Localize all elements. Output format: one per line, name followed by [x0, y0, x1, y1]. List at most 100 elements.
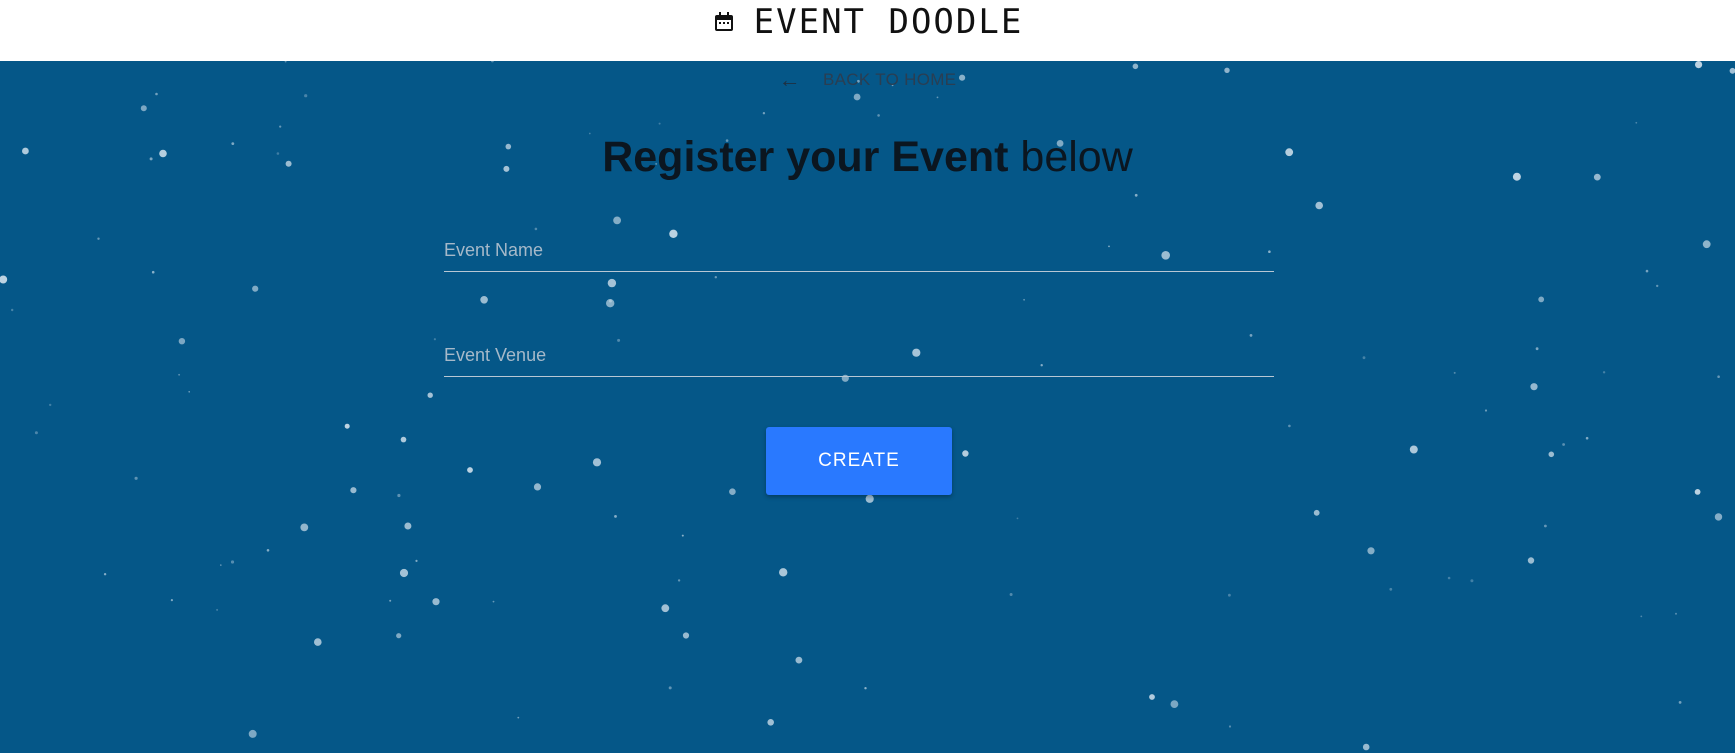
particle-dot [1484, 409, 1488, 412]
page-title: Register your Event below [0, 133, 1735, 182]
particle-dot [853, 93, 861, 101]
particle-dot [304, 94, 308, 98]
particle-dot [396, 633, 402, 639]
particle-dot [1535, 347, 1539, 351]
particle-dot [762, 112, 766, 115]
particle-dot [1640, 615, 1643, 618]
particle-dot [427, 392, 433, 398]
particle-dot [1675, 612, 1677, 615]
particle-dot [1530, 383, 1538, 391]
particle-dot [415, 559, 418, 562]
particle-dot [491, 61, 494, 63]
particle-dot [34, 431, 38, 435]
particle-dot [266, 549, 270, 552]
particle-dot [962, 450, 969, 457]
particle-dot [936, 96, 939, 99]
particle-dot [1602, 371, 1606, 374]
particle-dot [433, 338, 436, 341]
particle-dot [0, 275, 8, 284]
particle-dot [767, 719, 774, 726]
particle-dot [658, 122, 661, 125]
particle-dot [517, 716, 520, 719]
particle-dot [1635, 121, 1638, 124]
page-title-rest: below [1020, 133, 1133, 181]
particle-dot [1470, 579, 1474, 583]
particle-dot [1228, 725, 1232, 728]
event-name-input[interactable] [444, 229, 1274, 271]
particle-dot [1447, 576, 1451, 580]
particle-dot [779, 568, 788, 577]
particle-dot [1149, 694, 1155, 700]
particle-dot [1562, 443, 1565, 446]
header: EVENT DOODLE [0, 0, 1735, 61]
particle-dot [178, 338, 186, 345]
particle-dot [1538, 296, 1545, 303]
particle-dot [103, 573, 107, 576]
particle-dot [614, 515, 617, 518]
event-name-field [444, 229, 1274, 272]
particle-dot [1453, 371, 1456, 374]
particle-dot [1313, 509, 1320, 516]
particle-dot [795, 656, 803, 664]
particle-dot [1016, 517, 1019, 520]
particle-dot [1288, 424, 1291, 428]
particle-dot [864, 687, 867, 690]
particle-dot [1694, 489, 1701, 495]
particle-dot [134, 476, 138, 480]
brand[interactable]: EVENT DOODLE [712, 2, 1024, 42]
particle-dot [397, 493, 401, 498]
particle-dot [492, 600, 495, 603]
particle-dot [1409, 445, 1418, 454]
particle-dot [1544, 524, 1547, 528]
particle-dot [608, 299, 612, 303]
particle-dot [230, 560, 235, 564]
particle-dot [1315, 201, 1323, 210]
particle-dot [1023, 298, 1025, 301]
particle-dot [480, 296, 488, 304]
particle-dot [1362, 743, 1370, 751]
particle-dot [1134, 193, 1138, 197]
particle-dot [607, 278, 617, 288]
particle-dot [1527, 557, 1535, 564]
particle-dot [300, 523, 309, 532]
particle-dot [1645, 269, 1649, 273]
particle-dot [1585, 436, 1589, 440]
back-to-home-link[interactable]: ← BACK TO HOME [0, 69, 1735, 91]
particle-dot [1702, 240, 1711, 249]
page-title-bold: Register your Event [602, 133, 1009, 181]
particle-dot [170, 599, 173, 602]
particle-dot [533, 483, 542, 491]
particle-dot [279, 125, 282, 128]
particle-dot [155, 92, 158, 96]
particle-dot [314, 638, 322, 646]
particle-dot [248, 729, 257, 738]
create-button[interactable]: CREATE [766, 427, 952, 495]
arrow-left-icon: ← [778, 67, 801, 92]
particle-dot [1228, 593, 1231, 597]
calendar-icon [714, 11, 733, 31]
particle-dot [877, 114, 880, 117]
particle-dot [1714, 513, 1723, 521]
particle-dot [714, 276, 717, 279]
particle-dot [344, 423, 350, 429]
particle-dot [49, 403, 52, 407]
main-section: ← BACK TO HOME Register your Event below… [0, 61, 1735, 753]
particle-dot [677, 579, 681, 582]
event-venue-input[interactable] [444, 334, 1274, 376]
particle-dot [399, 568, 409, 578]
particle-dot [613, 216, 621, 225]
particle-dot [661, 604, 670, 613]
particle-dot [178, 373, 181, 376]
particle-dot [1009, 593, 1013, 596]
particle-dot [400, 436, 407, 443]
particle-dot [97, 237, 100, 240]
particle-dot [1548, 451, 1555, 458]
particle-dot [1717, 375, 1720, 379]
particle-dot [284, 61, 287, 63]
particle-dot [681, 534, 684, 537]
particle-dot [729, 488, 736, 496]
particle-dot [592, 458, 602, 467]
particle-dot [11, 308, 14, 312]
particle-dot [216, 608, 219, 611]
brand-title: EVENT DOODLE [753, 1, 1024, 42]
